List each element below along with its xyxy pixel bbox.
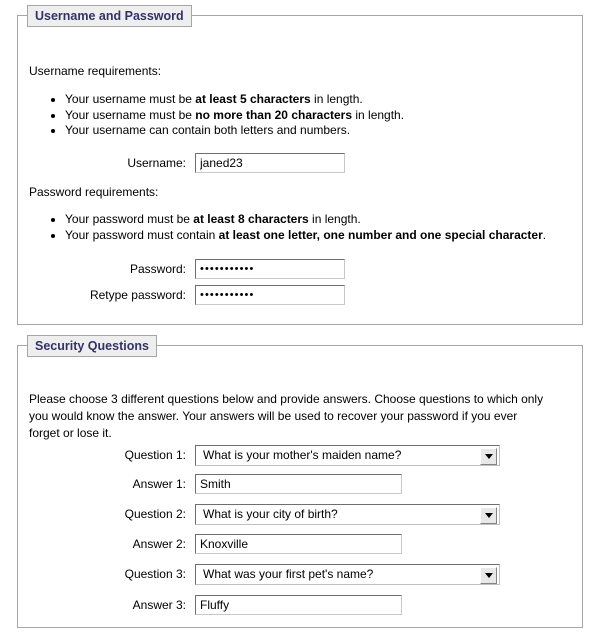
retype-password-label: Retype password: [89, 288, 186, 302]
password-label: Password: [129, 262, 186, 276]
username-input[interactable] [195, 153, 345, 173]
question-3-row: Question 3: What was your first pet's na… [29, 563, 500, 585]
security-questions-intro: Please choose 3 different questions belo… [29, 392, 544, 440]
question-2-label: Question 2: [124, 507, 186, 521]
req-text-strong: at least 5 characters [195, 92, 311, 106]
question-1-row: Question 1: What is your mother's maiden… [29, 444, 500, 466]
password-input[interactable] [195, 259, 345, 279]
req-text-pre: Your username must be [65, 92, 196, 106]
retype-password-input[interactable] [195, 285, 345, 305]
question-3-selected-value: What was your first pet's name? [203, 567, 374, 581]
req-text-post: in length. [308, 212, 361, 226]
question-2-row: Question 2: What is your city of birth? [29, 503, 500, 525]
answer-2-label: Answer 2: [132, 537, 186, 551]
retype-password-row: Retype password: [29, 285, 345, 305]
answer-3-input[interactable] [195, 595, 402, 615]
answer-2-row: Answer 2: [29, 534, 402, 554]
question-1-select[interactable]: What is your mother's maiden name? [195, 444, 500, 466]
chevron-down-icon[interactable] [480, 506, 497, 524]
question-3-select[interactable]: What was your first pet's name? [195, 563, 500, 585]
req-text-pre: Your username can contain both letters a… [65, 123, 351, 137]
list-item: Your username can contain both letters a… [65, 123, 404, 139]
password-requirements-heading: Password requirements: [29, 185, 159, 199]
answer-1-input[interactable] [195, 474, 402, 494]
answer-1-label: Answer 1: [132, 477, 186, 491]
fieldset-username-password: Username and Password Username requireme… [17, 5, 583, 325]
chevron-down-icon[interactable] [480, 566, 497, 584]
req-text-pre: Your username must be [65, 107, 196, 122]
username-requirements-list: Your username must be at least 5 charact… [29, 92, 404, 139]
req-text-pre: Your password must be [65, 212, 194, 226]
question-1-selected-value: What is your mother's maiden name? [203, 448, 402, 462]
req-text-pre: Your password must contain [65, 227, 219, 242]
answer-3-label: Answer 3: [132, 598, 186, 612]
req-text-post: in length. [352, 107, 405, 122]
question-2-selected-value: What is your city of birth? [203, 507, 338, 521]
list-item: Your username must be at least 5 charact… [65, 92, 404, 108]
chevron-down-icon[interactable] [480, 447, 497, 465]
legend-username-password: Username and Password [27, 5, 192, 27]
list-item: Your username must be no more than 20 ch… [65, 108, 404, 124]
answer-1-row: Answer 1: [29, 474, 402, 494]
username-row: Username: [29, 153, 345, 173]
question-1-label: Question 1: [124, 448, 186, 462]
legend-security-questions: Security Questions [27, 335, 157, 357]
answer-3-row: Answer 3: [29, 595, 402, 615]
fieldset-security-questions: Security Questions Please choose 3 diffe… [17, 335, 583, 628]
answer-2-input[interactable] [195, 534, 402, 554]
list-item: Your password must be at least 8 charact… [65, 212, 546, 228]
question-3-label: Question 3: [124, 567, 186, 581]
question-2-select[interactable]: What is your city of birth? [195, 503, 500, 525]
username-requirements-heading: Username requirements: [29, 64, 162, 78]
list-item: Your password must contain at least one … [65, 228, 546, 244]
signup-form-page: Username and Password Username requireme… [0, 0, 600, 644]
password-row: Password: [29, 259, 345, 279]
username-label: Username: [127, 156, 186, 170]
req-text-post: in length. [310, 92, 363, 106]
req-text-strong: at least 8 characters [193, 212, 309, 226]
req-text-strong: at least one letter, one number and one … [218, 227, 543, 242]
req-text-post: . [542, 227, 547, 242]
req-text-strong: no more than 20 characters [195, 107, 353, 122]
password-requirements-list: Your password must be at least 8 charact… [29, 212, 546, 243]
